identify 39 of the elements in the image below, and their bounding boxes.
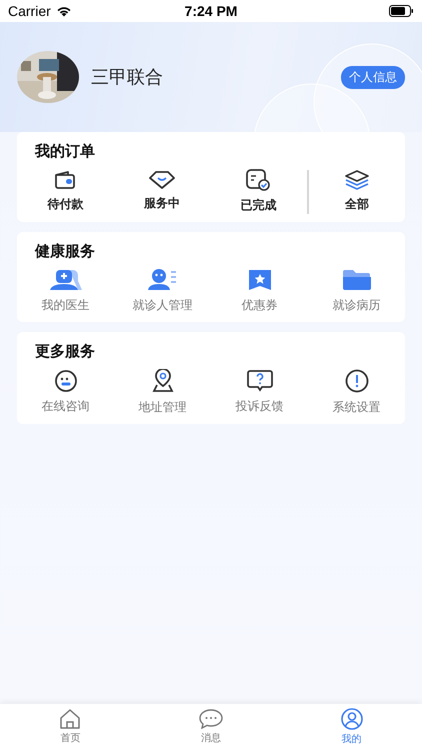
question-bubble-icon (246, 370, 272, 392)
tab[interactable]: 我的 (281, 704, 422, 750)
section-title: 我的订单 (34, 142, 96, 161)
tab[interactable]: 消息 (140, 704, 282, 750)
profile-icon (340, 708, 363, 730)
section-title: 更多服务 (34, 342, 96, 361)
service-item[interactable]: 地址管理 (114, 369, 211, 416)
wallet-icon (54, 170, 76, 190)
doctor-icon (48, 269, 82, 291)
alert-circle-icon (344, 369, 368, 393)
user-name: 三甲联合 (91, 66, 164, 89)
home-icon (59, 709, 82, 729)
battery-icon (389, 5, 414, 17)
service-item[interactable]: 在线咨询 (17, 370, 114, 415)
patient-list-icon (148, 269, 178, 291)
carrier-label: Carrier (8, 3, 51, 19)
service-item[interactable]: 我的医生 (17, 269, 114, 314)
folder-icon (342, 269, 372, 291)
order-item[interactable]: 待付款 (17, 170, 114, 213)
diamond-icon (148, 171, 175, 189)
service-item[interactable]: 投诉反馈 (211, 370, 308, 415)
service-item[interactable]: 就诊人管理 (114, 269, 211, 314)
location-pin-icon (152, 369, 174, 393)
coupon-icon (248, 269, 272, 291)
service-item[interactable]: 系统设置 (308, 369, 405, 416)
message-icon (199, 709, 223, 729)
tab[interactable]: 首页 (0, 704, 141, 750)
service-item[interactable]: 优惠券 (211, 269, 308, 314)
profile-info-button[interactable]: 个人信息 (341, 66, 405, 88)
layers-icon (344, 170, 370, 190)
section-title: 健康服务 (34, 242, 96, 261)
order-item[interactable]: 全部 (308, 170, 405, 213)
order-item[interactable]: 已完成 (210, 169, 306, 214)
order-item[interactable]: 服务中 (114, 171, 210, 212)
document-check-icon (246, 169, 270, 191)
wifi-icon (56, 5, 72, 17)
status-time: 7:24 PM (184, 3, 238, 19)
service-item[interactable]: 就诊病历 (308, 269, 405, 314)
chat-face-icon (54, 370, 78, 392)
